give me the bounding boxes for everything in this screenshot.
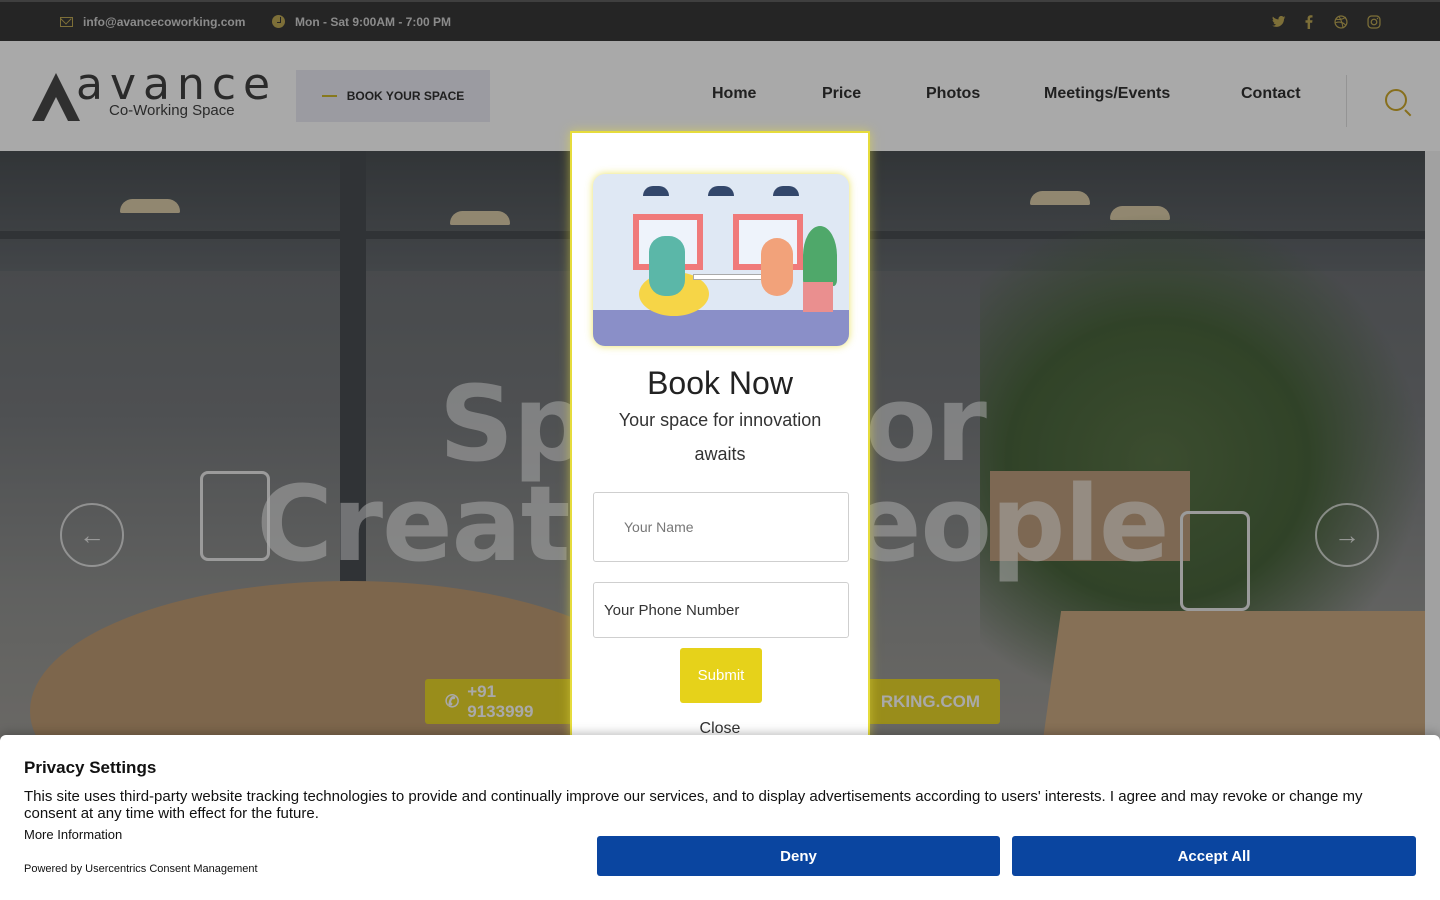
more-information-link[interactable]: More Information <box>24 827 122 842</box>
modal-subtitle: Your space for innovation awaits <box>618 410 822 464</box>
book-now-modal: Book Now Your space for innovation await… <box>570 131 870 751</box>
plant-shape <box>803 226 837 286</box>
name-input[interactable] <box>593 492 849 562</box>
pot-shape <box>803 282 833 312</box>
lamp-shade <box>773 186 799 196</box>
lamp-shade <box>643 186 669 196</box>
deny-button[interactable]: Deny <box>597 836 1000 876</box>
floor-shape <box>593 310 849 346</box>
submit-button[interactable]: Submit <box>680 648 762 703</box>
coworking-illustration <box>593 174 849 346</box>
person-shape <box>649 236 685 296</box>
privacy-banner: Privacy Settings This site uses third-pa… <box>0 735 1440 900</box>
accept-all-button[interactable]: Accept All <box>1012 836 1416 876</box>
privacy-title: Privacy Settings <box>24 758 157 777</box>
person-shape <box>761 238 793 296</box>
powered-by-text: Powered by Usercentrics Consent Manageme… <box>24 863 258 875</box>
lamp-shade <box>708 186 734 196</box>
phone-input[interactable] <box>593 582 849 638</box>
privacy-description: This site uses third-party website track… <box>24 788 1363 822</box>
modal-title: Book Now <box>647 365 793 401</box>
